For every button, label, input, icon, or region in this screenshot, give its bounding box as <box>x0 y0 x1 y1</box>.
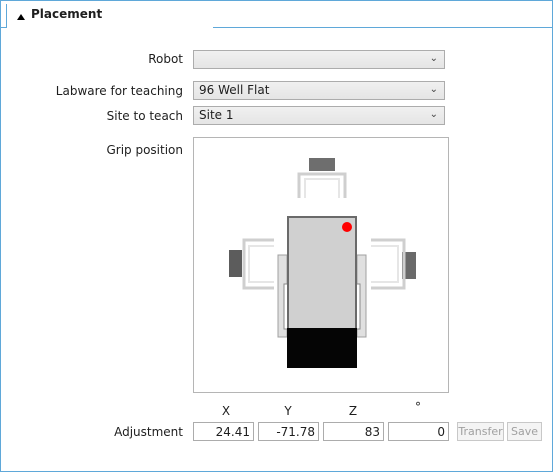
grip-position-label: Grip position <box>106 143 183 157</box>
adjust-x-input[interactable] <box>193 422 254 441</box>
gripper-left[interactable] <box>229 238 274 290</box>
labware-select-value: 96 Well Flat <box>199 83 270 97</box>
adjust-z-input[interactable] <box>323 422 384 441</box>
gripper-top[interactable] <box>297 158 347 198</box>
site-select[interactable]: Site 1 ⌄ <box>193 106 445 125</box>
robot-select[interactable]: ⌄ <box>193 50 445 69</box>
grip-position-canvas[interactable] <box>193 137 449 393</box>
axis-header-z: Z <box>348 404 358 418</box>
placement-tab[interactable]: Placement <box>6 4 213 28</box>
grip-diagram <box>229 158 416 368</box>
adjust-angle-input[interactable] <box>388 422 449 441</box>
gripper-right[interactable] <box>371 238 416 290</box>
chevron-down-icon: ⌄ <box>429 84 438 95</box>
axis-header-angle: ° <box>415 400 421 414</box>
axis-header-x: X <box>221 404 231 418</box>
site-label: Site to teach <box>106 109 183 123</box>
save-button[interactable]: Save <box>507 422 542 441</box>
site-select-value: Site 1 <box>199 108 234 122</box>
chevron-down-icon: ⌄ <box>429 109 438 120</box>
collapse-triangle-icon[interactable] <box>17 14 25 20</box>
robot-label: Robot <box>148 52 183 66</box>
labware-label: Labware for teaching <box>55 84 183 98</box>
orientation-marker <box>342 222 352 232</box>
panel-title: Placement <box>31 7 103 21</box>
chevron-down-icon: ⌄ <box>429 53 438 64</box>
labware-plate <box>277 216 367 368</box>
transfer-button[interactable]: Transfer <box>457 422 504 441</box>
adjust-y-input[interactable] <box>258 422 319 441</box>
axis-header-y: Y <box>284 404 292 418</box>
adjustment-label: Adjustment <box>114 425 183 439</box>
labware-select[interactable]: 96 Well Flat ⌄ <box>193 81 445 100</box>
